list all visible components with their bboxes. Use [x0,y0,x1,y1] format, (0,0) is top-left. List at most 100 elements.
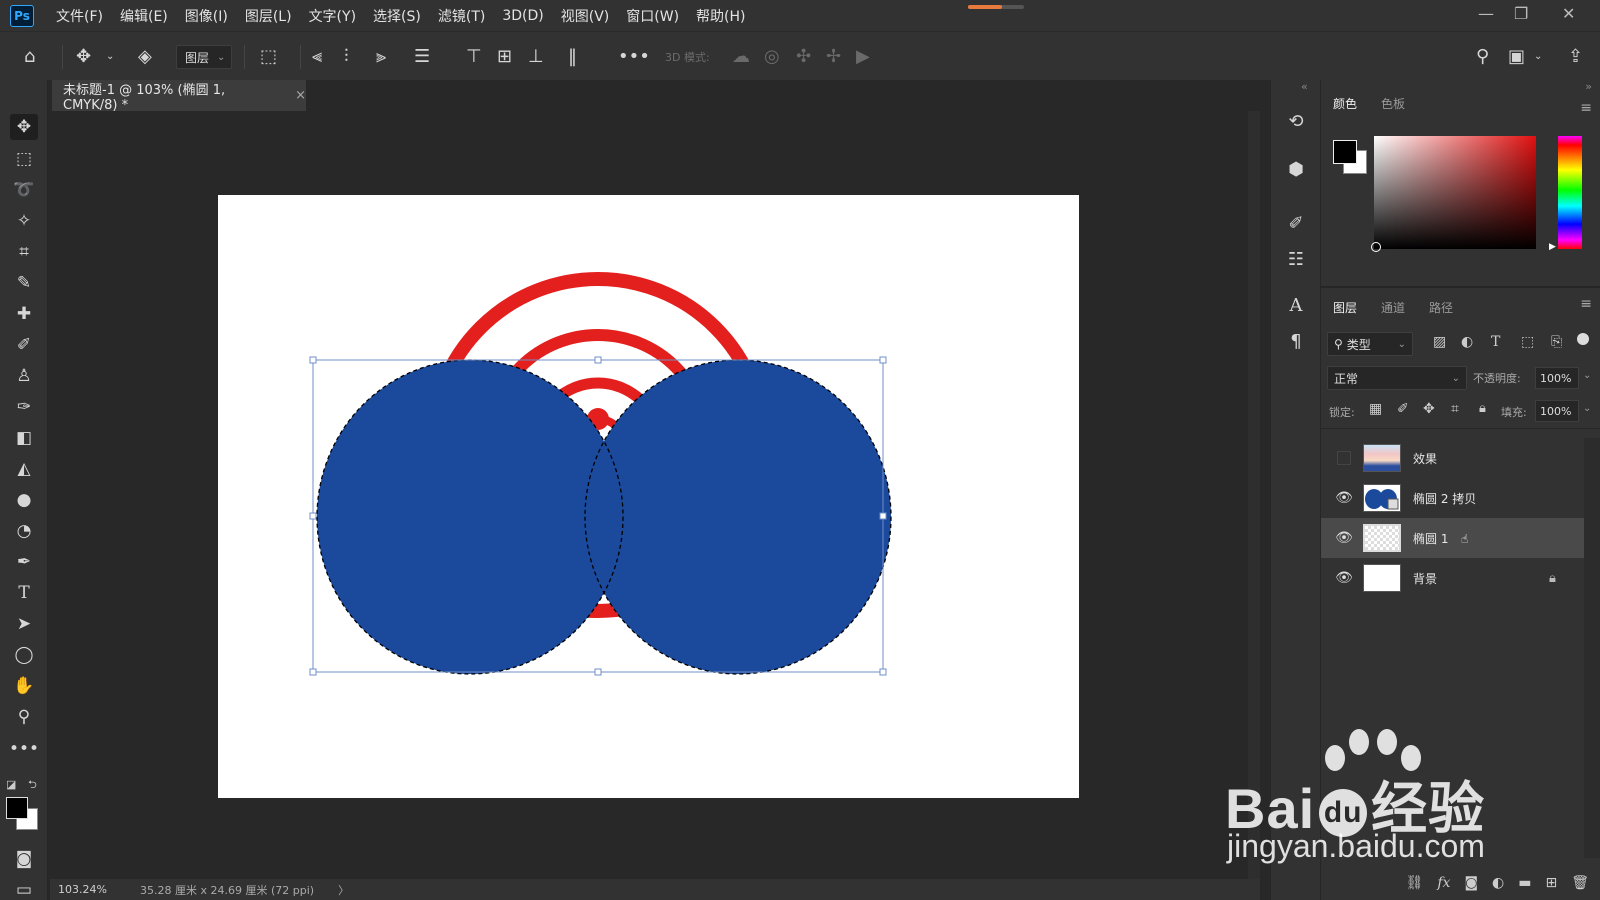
vertical-scrollbar[interactable] [1248,111,1260,879]
delete-layer-icon[interactable]: 🗑︎ [1571,875,1589,891]
brush-tool-icon[interactable]: ✐ [10,332,38,358]
collapse-panel-icon[interactable]: « [1301,80,1308,93]
type-tool-icon[interactable]: T [10,580,38,606]
panel-menu-icon[interactable]: ≡ [1580,296,1592,312]
layer-name[interactable]: 效果 [1413,450,1437,467]
dodge-tool-icon[interactable]: ◔ [10,518,38,544]
menu-file[interactable]: 文件(F) [56,6,103,26]
lock-transparent-icon[interactable]: ▦ [1369,401,1382,417]
menu-select[interactable]: 选择(S) [373,6,421,26]
eye-icon[interactable]: 👁︎ [1335,570,1353,586]
adjustments-icon[interactable]: ☷ [1283,246,1309,272]
menu-filter[interactable]: 滤镜(T) [438,6,485,26]
ellipse-tool-icon[interactable]: ◯ [10,642,38,668]
lock-all-icon[interactable]: 🔒︎ [1479,401,1486,416]
status-menu-arrow[interactable]: 〉 [338,882,349,898]
eye-icon[interactable]: 👁︎ [1335,490,1353,506]
paragraph-panel-icon[interactable]: ¶ [1283,328,1309,354]
workspace-icon[interactable]: ▣ [1508,44,1525,68]
color-picker-field[interactable] [1371,136,1536,252]
crop-tool-icon[interactable]: ⌗ [10,239,38,265]
path-select-icon[interactable]: ➤ [10,611,38,637]
pan-3d-icon[interactable]: ✣ [796,44,811,68]
layer-row-effect[interactable]: 效果 [1321,438,1584,478]
add-mask-icon[interactable]: ◙ [1464,875,1478,891]
lock-image-icon[interactable]: ✐ [1397,401,1409,417]
adjustment-layer-icon[interactable]: ◐ [1492,875,1504,891]
align-left-icon[interactable]: ⫷ [312,44,322,68]
tab-channels[interactable]: 通道 [1369,299,1417,324]
link-layers-icon[interactable]: ⛓︎ [1406,875,1424,891]
3d-panel-icon[interactable]: ⬢ [1283,156,1309,182]
close-icon[interactable]: × [295,88,306,103]
marquee-tool-icon[interactable]: ⬚ [10,146,38,172]
zoom-tool-icon[interactable]: ⚲ [10,704,38,730]
filter-adjustment-icon[interactable]: ◐ [1461,334,1473,350]
quick-mask-icon[interactable]: ◙ [10,846,38,872]
new-layer-icon[interactable]: ⊞ [1545,875,1557,891]
menu-image[interactable]: 图像(I) [185,6,228,26]
more-tools-icon[interactable]: ••• [9,736,39,762]
home-icon[interactable]: ⌂ [24,44,35,68]
pen-tool-icon[interactable]: ✒ [10,549,38,575]
close-window-icon[interactable]: ✕ [1562,4,1575,23]
auto-select-dropdown[interactable]: 图层 ⌄ [176,45,232,69]
layer-name[interactable]: 背景 [1413,570,1437,587]
chevron-down-icon[interactable]: ⌄ [1534,44,1542,68]
menu-type[interactable]: 文字(Y) [309,6,356,26]
transform-controls-icon[interactable]: ⬚ [260,44,277,68]
document-tab[interactable]: 未标题-1 @ 103% (椭圆 1, CMYK/8) * × [52,80,306,113]
menu-view[interactable]: 视图(V) [561,6,610,26]
chevron-down-icon[interactable]: ⌄ [1583,403,1591,414]
orbit-3d-icon[interactable]: ☁ [732,44,750,68]
color-picker-handle[interactable] [1371,242,1381,252]
fill-input[interactable]: 100% [1535,400,1579,422]
eyedropper-icon[interactable]: ✎ [10,270,38,296]
eraser-tool-icon[interactable]: ◧ [10,425,38,451]
document-canvas[interactable] [218,195,1079,798]
stamp-tool-icon[interactable]: ♙ [10,363,38,389]
roll-3d-icon[interactable]: ◎ [764,44,780,68]
eye-icon[interactable]: 👁︎ [1335,530,1353,546]
more-options-icon[interactable]: ••• [618,44,650,68]
share-icon[interactable]: ⇪ [1568,44,1583,68]
menu-3d[interactable]: 3D(D) [502,8,543,24]
tab-color[interactable]: 颜色 [1321,95,1369,120]
default-colors-icon[interactable]: ◪ [6,778,16,791]
hand-tool-icon[interactable]: ✋ [10,673,38,699]
menu-help[interactable]: 帮助(H) [696,6,745,26]
filter-smart-object-icon[interactable]: ⎘ [1551,334,1562,350]
blur-tool-icon[interactable]: ● [10,487,38,513]
filter-type-icon[interactable]: T [1491,334,1500,350]
auto-select-icon[interactable]: ◈ [138,44,152,68]
minimize-icon[interactable]: — [1478,4,1494,23]
move-tool-icon[interactable]: ✥ [10,114,38,140]
foreground-color-swatch[interactable] [6,797,28,819]
lock-artboard-icon[interactable]: ⌗ [1451,401,1459,417]
healing-brush-icon[interactable]: ✚ [10,301,38,327]
align-center-h-icon[interactable]: ⫶ [344,44,349,68]
lasso-tool-icon[interactable]: ➰ [10,177,38,203]
menu-layer[interactable]: 图层(L) [245,6,292,26]
layer-style-icon[interactable]: fx [1437,875,1450,891]
layer-row-background[interactable]: 👁︎ 背景 🔒︎ [1321,558,1584,598]
move-tool-icon[interactable]: ✥ [76,44,91,68]
layer-row-ellipse-1[interactable]: 👁︎ 椭圆 1 ☝︎ [1321,518,1584,558]
filter-pixel-icon[interactable]: ▨ [1433,334,1446,350]
filter-toggle-icon[interactable] [1577,333,1589,345]
magic-wand-icon[interactable]: ✧ [10,208,38,234]
search-icon[interactable]: ⚲ [1476,44,1489,68]
layer-filter-dropdown[interactable]: ⚲ 类型 ⌄ [1327,332,1413,356]
visibility-toggle-off[interactable] [1337,451,1351,465]
color-foreground-swatch[interactable] [1333,140,1357,164]
tab-layers[interactable]: 图层 [1321,299,1369,324]
menu-edit[interactable]: 编辑(E) [120,6,168,26]
distribute-v-icon[interactable]: ‖ [568,44,577,68]
layers-scrollbar[interactable] [1584,438,1600,858]
tab-paths[interactable]: 路径 [1417,299,1465,324]
brush-settings-icon[interactable]: ✐ [1283,210,1309,236]
hue-slider[interactable] [1558,136,1582,249]
align-bottom-icon[interactable]: ⊥ [528,44,544,68]
history-panel-icon[interactable]: ⟲ [1283,108,1309,134]
swap-colors-icon[interactable]: ⮌ [28,776,37,795]
